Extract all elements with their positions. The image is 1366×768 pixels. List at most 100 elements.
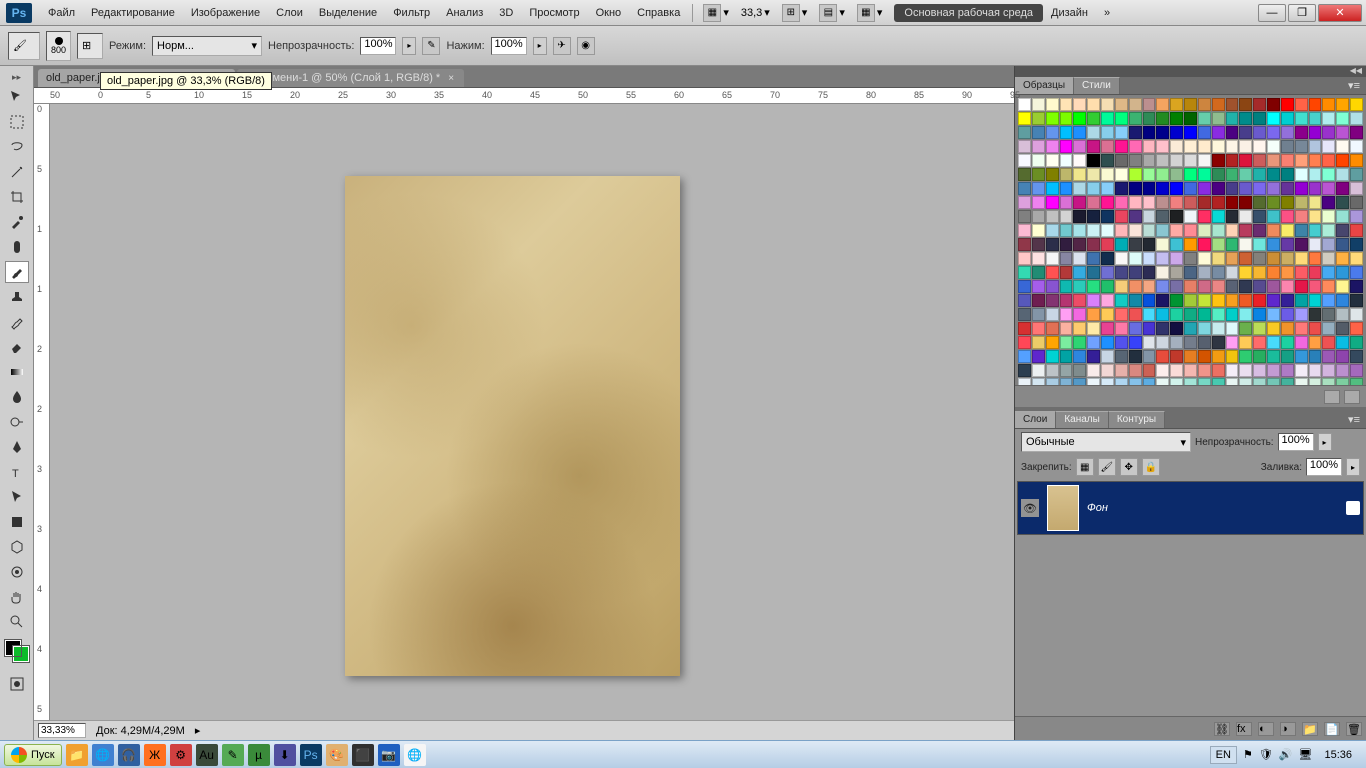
- swatch[interactable]: [1143, 294, 1156, 307]
- layer-fill-input[interactable]: 100%: [1306, 458, 1342, 476]
- swatch[interactable]: [1239, 364, 1252, 377]
- swatch[interactable]: [1184, 336, 1197, 349]
- swatch[interactable]: [1295, 280, 1308, 293]
- menu-Выделение[interactable]: Выделение: [311, 0, 385, 26]
- type-tool[interactable]: T: [5, 461, 29, 483]
- swatch[interactable]: [1253, 308, 1266, 321]
- swatch[interactable]: [1143, 238, 1156, 251]
- swatch[interactable]: [1018, 182, 1031, 195]
- swatch[interactable]: [1115, 154, 1128, 167]
- taskbar-app-11[interactable]: 🎨: [326, 744, 348, 766]
- swatch[interactable]: [1129, 336, 1142, 349]
- swatch[interactable]: [1170, 280, 1183, 293]
- swatch[interactable]: [1239, 294, 1252, 307]
- swatch[interactable]: [1226, 112, 1239, 125]
- swatch[interactable]: [1281, 350, 1294, 363]
- brush-preset[interactable]: 800: [46, 31, 71, 61]
- swatch[interactable]: [1336, 140, 1349, 153]
- swatch[interactable]: [1115, 322, 1128, 335]
- swatch[interactable]: [1309, 168, 1322, 181]
- swatch[interactable]: [1309, 238, 1322, 251]
- swatch[interactable]: [1322, 294, 1335, 307]
- taskbar-app-9[interactable]: ⬇: [274, 744, 296, 766]
- swatch[interactable]: [1046, 210, 1059, 223]
- swatch[interactable]: [1267, 294, 1280, 307]
- swatch[interactable]: [1212, 126, 1225, 139]
- swatch[interactable]: [1198, 294, 1211, 307]
- zoom-field[interactable]: [38, 723, 86, 738]
- swatch[interactable]: [1156, 252, 1169, 265]
- swatch[interactable]: [1032, 252, 1045, 265]
- swatch[interactable]: [1115, 224, 1128, 237]
- swatch[interactable]: [1073, 210, 1086, 223]
- swatch[interactable]: [1350, 140, 1363, 153]
- swatch[interactable]: [1212, 294, 1225, 307]
- swatch[interactable]: [1046, 112, 1059, 125]
- swatch[interactable]: [1267, 196, 1280, 209]
- swatch[interactable]: [1226, 294, 1239, 307]
- swatch[interactable]: [1087, 126, 1100, 139]
- swatch[interactable]: [1170, 112, 1183, 125]
- swatch[interactable]: [1184, 154, 1197, 167]
- swatch[interactable]: [1295, 224, 1308, 237]
- menu-Просмотр[interactable]: Просмотр: [521, 0, 587, 26]
- path-select-tool[interactable]: [5, 486, 29, 508]
- swatch[interactable]: [1156, 350, 1169, 363]
- swatch[interactable]: [1101, 308, 1114, 321]
- swatch[interactable]: [1101, 350, 1114, 363]
- ruler-icon[interactable]: ▦▾: [851, 4, 889, 22]
- swatch[interactable]: [1073, 154, 1086, 167]
- swatch[interactable]: [1101, 168, 1114, 181]
- swatch[interactable]: [1239, 238, 1252, 251]
- swatch[interactable]: [1143, 224, 1156, 237]
- swatch[interactable]: [1253, 350, 1266, 363]
- swatch[interactable]: [1336, 224, 1349, 237]
- swatch[interactable]: [1336, 364, 1349, 377]
- swatch[interactable]: [1226, 168, 1239, 181]
- crop-tool[interactable]: [5, 186, 29, 208]
- swatch[interactable]: [1018, 168, 1031, 181]
- swatch[interactable]: [1198, 266, 1211, 279]
- swatch[interactable]: [1281, 238, 1294, 251]
- opacity-input[interactable]: 100%: [360, 37, 396, 55]
- swatch[interactable]: [1239, 280, 1252, 293]
- layer-row[interactable]: 👁 Фон: [1017, 481, 1364, 535]
- swatch[interactable]: [1267, 98, 1280, 111]
- brush-panel-toggle[interactable]: ⊞: [77, 33, 103, 59]
- menu-Редактирование[interactable]: Редактирование: [83, 0, 183, 26]
- swatch[interactable]: [1309, 98, 1322, 111]
- swatch[interactable]: [1336, 196, 1349, 209]
- taskbar-app-4[interactable]: Ж: [144, 744, 166, 766]
- swatch[interactable]: [1046, 98, 1059, 111]
- layer-name[interactable]: Фон: [1087, 502, 1108, 514]
- swatch[interactable]: [1032, 224, 1045, 237]
- swatch[interactable]: [1129, 238, 1142, 251]
- swatch[interactable]: [1115, 350, 1128, 363]
- swatch[interactable]: [1018, 154, 1031, 167]
- taskbar-app-1[interactable]: 📁: [66, 744, 88, 766]
- swatch[interactable]: [1226, 238, 1239, 251]
- swatch[interactable]: [1239, 308, 1252, 321]
- flow-input[interactable]: 100%: [491, 37, 527, 55]
- swatch[interactable]: [1281, 252, 1294, 265]
- swatch[interactable]: [1018, 126, 1031, 139]
- swatch[interactable]: [1115, 210, 1128, 223]
- swatch[interactable]: [1087, 378, 1100, 385]
- swatch[interactable]: [1101, 280, 1114, 293]
- swatch[interactable]: [1032, 140, 1045, 153]
- swatch[interactable]: [1309, 224, 1322, 237]
- swatch[interactable]: [1046, 168, 1059, 181]
- swatch[interactable]: [1322, 364, 1335, 377]
- swatch[interactable]: [1336, 252, 1349, 265]
- swatch[interactable]: [1143, 112, 1156, 125]
- swatch[interactable]: [1226, 182, 1239, 195]
- swatch[interactable]: [1184, 294, 1197, 307]
- hand-tool[interactable]: [5, 586, 29, 608]
- pressure-size-icon[interactable]: ◉: [577, 37, 595, 55]
- marquee-tool[interactable]: [5, 111, 29, 133]
- history-brush-tool[interactable]: [5, 311, 29, 333]
- swatch[interactable]: [1101, 112, 1114, 125]
- swatch[interactable]: [1295, 252, 1308, 265]
- swatch[interactable]: [1129, 252, 1142, 265]
- swatch[interactable]: [1032, 378, 1045, 385]
